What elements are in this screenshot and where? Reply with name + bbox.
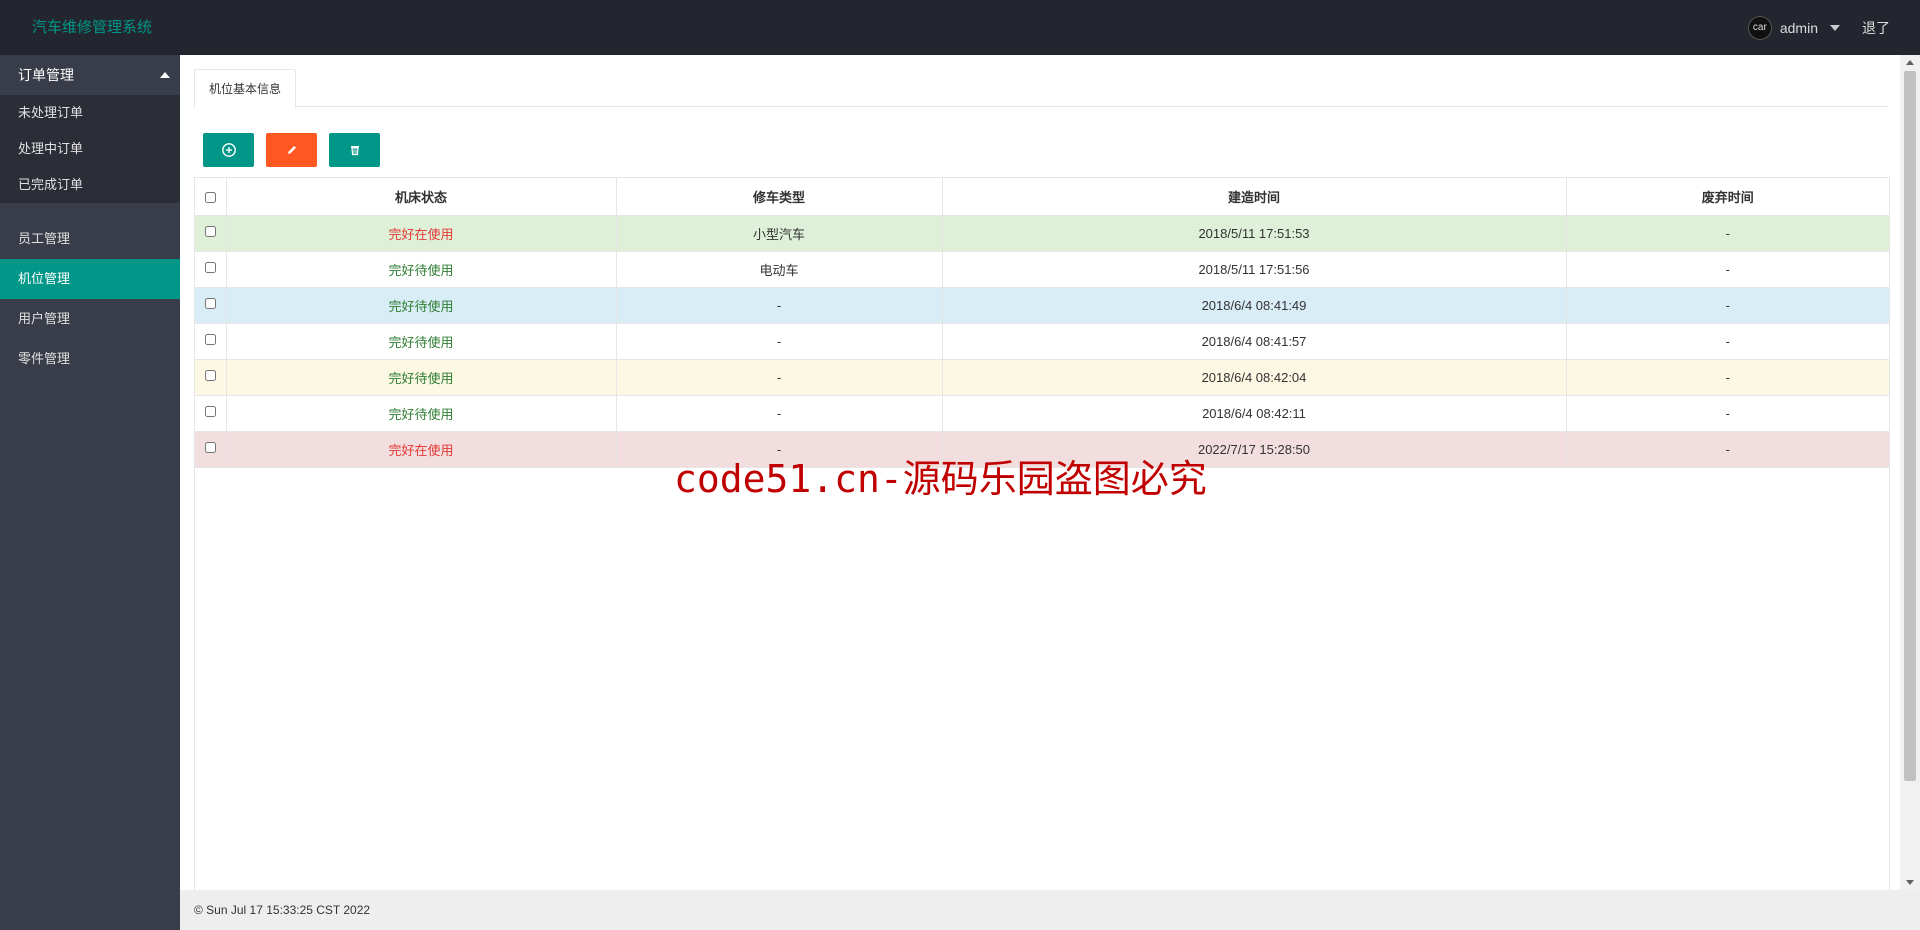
table-row[interactable]: 完好待使用 - 2018/6/4 08:42:11 -: [195, 394, 1889, 432]
toolbar: [203, 133, 380, 167]
logout-link[interactable]: 退了: [1862, 18, 1890, 38]
column-header-status[interactable]: 机床状态: [225, 178, 617, 216]
column-header-type[interactable]: 修车类型: [615, 178, 943, 216]
sidebar-group-orders[interactable]: 订单管理: [0, 55, 180, 95]
sidebar-item-stations[interactable]: 机位管理: [0, 259, 180, 299]
table-row[interactable]: 完好待使用 - 2018/6/4 08:42:04 -: [195, 358, 1889, 396]
sidebar-item-users[interactable]: 用户管理: [0, 299, 180, 339]
sidebar-item-completed-orders[interactable]: 已完成订单: [0, 167, 180, 203]
select-all-cell: [195, 178, 227, 216]
user-name: admin: [1779, 19, 1818, 36]
chevron-up-icon: [160, 72, 170, 78]
cell-discarded-time: -: [1565, 322, 1889, 360]
cell-discarded-time: -: [1565, 286, 1889, 324]
page-scrollbar[interactable]: [1900, 55, 1920, 890]
table-row[interactable]: 完好在使用 小型汽车 2018/5/11 17:51:53 -: [195, 214, 1889, 252]
cell-type: -: [615, 430, 943, 468]
row-checkbox[interactable]: [204, 261, 216, 273]
cell-discarded-time: -: [1565, 250, 1889, 288]
cell-built-time: 2018/6/4 08:42:11: [941, 394, 1567, 432]
user-menu[interactable]: car admin: [1747, 15, 1840, 40]
sidebar-subnav: 未处理订单 处理中订单 已完成订单: [0, 95, 180, 203]
avatar-text: car: [1752, 22, 1767, 33]
scroll-up-icon[interactable]: [1906, 60, 1914, 65]
station-table: 机床状态 修车类型 建造时间 废弃时间 完好在使用 小型汽车 2018/5/11…: [195, 178, 1889, 468]
cell-discarded-time: -: [1565, 430, 1889, 468]
add-button[interactable]: [203, 133, 254, 167]
cell-built-time: 2018/5/11 17:51:56: [941, 250, 1567, 288]
table-row[interactable]: 完好待使用 电动车 2018/5/11 17:51:56 -: [195, 250, 1889, 288]
sidebar-item-parts[interactable]: 零件管理: [0, 339, 180, 379]
table-body: 完好在使用 小型汽车 2018/5/11 17:51:53 - 完好待使用 电动…: [195, 214, 1889, 468]
row-select-cell: [195, 286, 227, 324]
station-table-container: 机床状态 修车类型 建造时间 废弃时间 完好在使用 小型汽车 2018/5/11…: [194, 177, 1890, 890]
table-row[interactable]: 完好在使用 - 2022/7/17 15:28:50 -: [195, 430, 1889, 468]
footer: © Sun Jul 17 15:33:25 CST 2022: [180, 890, 1920, 930]
cell-status: 完好待使用: [225, 394, 617, 432]
table-header-row: 机床状态 修车类型 建造时间 废弃时间: [195, 178, 1889, 216]
scroll-down-icon[interactable]: [1906, 880, 1914, 885]
delete-button[interactable]: [329, 133, 380, 167]
edit-button[interactable]: [266, 133, 317, 167]
cell-type: -: [615, 286, 943, 324]
row-select-cell: [195, 322, 227, 360]
row-checkbox[interactable]: [204, 333, 216, 345]
row-checkbox[interactable]: [204, 225, 216, 237]
table-row[interactable]: 完好待使用 - 2018/6/4 08:41:49 -: [195, 286, 1889, 324]
row-checkbox[interactable]: [204, 441, 216, 453]
app-title[interactable]: 汽车维修管理系统: [32, 0, 152, 55]
cell-status: 完好待使用: [225, 250, 617, 288]
cell-status: 完好待使用: [225, 358, 617, 396]
sidebar-item-pending-orders[interactable]: 未处理订单: [0, 95, 180, 131]
avatar[interactable]: car: [1747, 15, 1772, 40]
table-row[interactable]: 完好待使用 - 2018/6/4 08:41:57 -: [195, 322, 1889, 360]
cell-type: 小型汽车: [615, 214, 943, 252]
row-select-cell: [195, 250, 227, 288]
top-header: 汽车维修管理系统 car admin 退了: [0, 0, 1920, 55]
column-header-built-time[interactable]: 建造时间: [941, 178, 1567, 216]
footer-text: © Sun Jul 17 15:33:25 CST 2022: [194, 903, 371, 917]
sidebar: 订单管理 未处理订单 处理中订单 已完成订单 员工管理 机位管理 用户管理 零件…: [0, 55, 180, 930]
scroll-thumb[interactable]: [1904, 71, 1916, 781]
cell-status: 完好在使用: [225, 430, 617, 468]
row-select-cell: [195, 214, 227, 252]
cell-type: 电动车: [615, 250, 943, 288]
row-checkbox[interactable]: [204, 369, 216, 381]
cell-built-time: 2022/7/17 15:28:50: [941, 430, 1567, 468]
row-select-cell: [195, 358, 227, 396]
cell-type: -: [615, 322, 943, 360]
row-checkbox[interactable]: [204, 405, 216, 417]
cell-built-time: 2018/6/4 08:41:49: [941, 286, 1567, 324]
sidebar-group-label: 订单管理: [18, 67, 74, 83]
cell-status: 完好待使用: [225, 286, 617, 324]
cell-status: 完好待使用: [225, 322, 617, 360]
row-checkbox[interactable]: [204, 297, 216, 309]
tab-station-info[interactable]: 机位基本信息: [194, 69, 297, 108]
cell-discarded-time: -: [1565, 358, 1889, 396]
header-right: car admin 退了: [1747, 0, 1890, 55]
tab-bar: 机位基本信息: [194, 69, 1888, 108]
cell-discarded-time: -: [1565, 214, 1889, 252]
column-header-discarded-time[interactable]: 废弃时间: [1565, 178, 1889, 216]
cell-built-time: 2018/6/4 08:42:04: [941, 358, 1567, 396]
sidebar-item-employees[interactable]: 员工管理: [0, 219, 180, 259]
sidebar-item-processing-orders[interactable]: 处理中订单: [0, 131, 180, 167]
cell-discarded-time: -: [1565, 394, 1889, 432]
chevron-down-icon: [1830, 24, 1840, 31]
main-content: 机位基本信息 机床状态 修车类型 建造时间 废弃时间 完好在使用 小型汽车 20…: [180, 55, 1900, 890]
cell-type: -: [615, 394, 943, 432]
row-select-cell: [195, 394, 227, 432]
plus-circle-icon: [221, 143, 236, 157]
cell-status: 完好在使用: [225, 214, 617, 252]
cell-built-time: 2018/5/11 17:51:53: [941, 214, 1567, 252]
pencil-icon: [287, 146, 296, 154]
select-all-checkbox[interactable]: [204, 191, 216, 203]
trash-icon: [350, 146, 359, 156]
row-select-cell: [195, 430, 227, 468]
cell-type: -: [615, 358, 943, 396]
cell-built-time: 2018/6/4 08:41:57: [941, 322, 1567, 360]
